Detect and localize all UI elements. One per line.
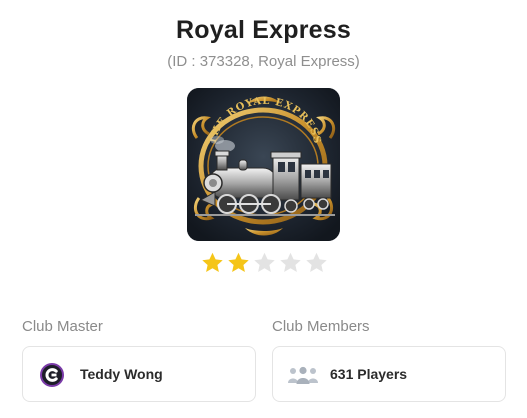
club-logo: THE ROYAL EXPRESS [187, 88, 340, 241]
club-master-label: Club Master [22, 318, 103, 335]
club-page: Royal Express (ID : 373328, Royal Expres… [0, 0, 527, 418]
club-master-card[interactable]: Teddy Wong [22, 346, 256, 402]
club-members-label: Club Members [272, 318, 370, 335]
star-empty-icon [254, 252, 275, 272]
club-id-subtitle: (ID : 373328, Royal Express) [167, 53, 360, 70]
club-rating [200, 251, 329, 275]
star-filled-icon [228, 252, 249, 272]
club-name: Royal Express [176, 16, 351, 44]
star-empty-icon [306, 252, 327, 272]
club-members-count: 631 Players [330, 366, 408, 382]
club-members-card[interactable]: 631 Players [272, 346, 506, 402]
people-group-icon [288, 366, 318, 384]
star-filled-icon [202, 252, 223, 272]
star-empty-icon [280, 252, 301, 272]
avatar-c-icon [40, 363, 64, 387]
club-master-name: Teddy Wong [80, 366, 163, 382]
